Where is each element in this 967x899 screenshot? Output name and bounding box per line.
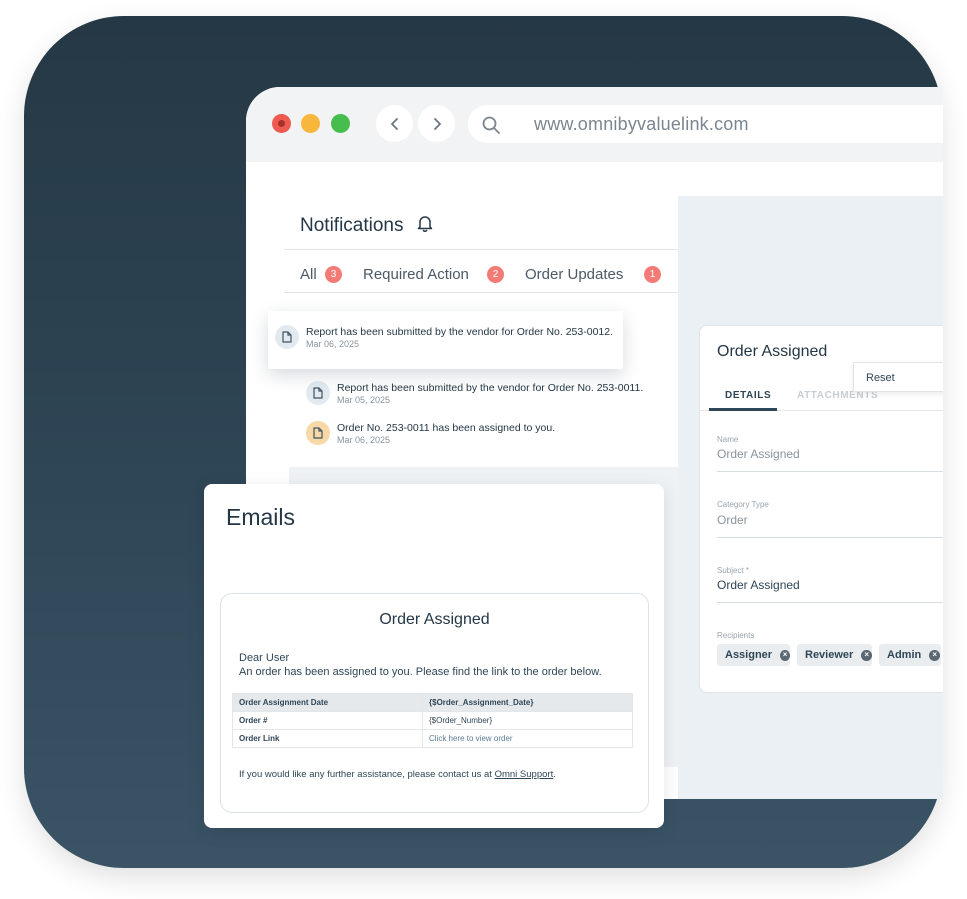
divider xyxy=(717,537,943,538)
count-badge: 1 xyxy=(644,266,661,283)
order-template-form: Order Assigned DETAILS ATTACHMENTS Reset… xyxy=(699,325,943,693)
notifications-title: Notifications xyxy=(300,215,404,236)
table-value: {$Order_Assignment_Date} xyxy=(422,693,633,712)
address-bar[interactable]: www.omnibyvaluelink.com xyxy=(468,105,943,143)
chevron-right-icon xyxy=(433,117,441,130)
notification-date: Mar 06, 2025 xyxy=(306,339,360,349)
search-icon xyxy=(482,116,500,134)
footer-text: If you would like any further assistance… xyxy=(239,769,492,780)
table-key: Order Link xyxy=(232,729,423,748)
divider xyxy=(717,471,943,472)
active-tab-indicator xyxy=(709,408,777,411)
recipient-chip[interactable]: Assigner × xyxy=(717,644,790,666)
count-badge: 2 xyxy=(487,266,504,283)
view-order-link[interactable]: Click here to view order xyxy=(422,729,633,748)
emails-title: Emails xyxy=(226,504,296,530)
remove-icon[interactable]: × xyxy=(780,649,790,661)
recipient-name: Admin xyxy=(887,649,922,661)
table-row: Order # {$Order_Number} xyxy=(232,711,633,730)
footer-period: . xyxy=(553,769,556,780)
email-footer: If you would like any further assistance… xyxy=(239,769,556,780)
table-key: Order Assignment Date xyxy=(232,693,423,712)
notification-message: Order No. 253-0011 has been assigned to … xyxy=(337,422,556,434)
category-type-label: Category Type xyxy=(717,500,769,509)
tab-all[interactable]: All xyxy=(300,266,317,283)
subject-label: Subject * xyxy=(717,566,750,575)
tab-order-updates[interactable]: Order Updates xyxy=(525,266,623,283)
recipient-name: Assigner xyxy=(725,649,773,661)
browser-toolbar: www.omnibyvaluelink.com xyxy=(246,87,943,162)
category-type-field[interactable]: Order xyxy=(717,513,748,527)
remove-icon[interactable]: × xyxy=(861,649,872,661)
table-row: Order Link Click here to view order xyxy=(232,729,633,748)
notification-date: Mar 05, 2025 xyxy=(337,395,391,405)
name-field[interactable]: Order Assigned xyxy=(717,447,800,461)
recipient-chip[interactable]: Reviewer × xyxy=(797,644,872,666)
email-body-text: An order has been assigned to you. Pleas… xyxy=(239,666,602,678)
document-icon xyxy=(306,381,330,405)
divider xyxy=(717,602,943,603)
emails-panel: Emails Order Assigned Dear User An order… xyxy=(204,484,664,828)
minimize-window-button[interactable] xyxy=(301,114,320,133)
table-key: Order # xyxy=(232,711,423,730)
email-heading: Order Assigned xyxy=(379,611,490,628)
remove-icon[interactable]: × xyxy=(929,649,941,661)
divider xyxy=(284,292,678,293)
name-field-label: Name xyxy=(717,435,739,444)
email-greeting: Dear User xyxy=(239,652,290,664)
notification-item-highlighted[interactable]: Report has been submitted by the vendor … xyxy=(268,311,623,369)
table-value: {$Order_Number} xyxy=(422,711,633,730)
forward-button[interactable] xyxy=(418,105,455,142)
table-row: Order Assignment Date {$Order_Assignment… xyxy=(232,693,633,712)
divider xyxy=(284,249,678,250)
recipients-label: Recipients xyxy=(717,631,755,640)
notification-message: Report has been submitted by the vendor … xyxy=(306,326,614,338)
url-text: www.omnibyvaluelink.com xyxy=(534,114,749,134)
recipient-chip[interactable]: Admin × xyxy=(879,644,941,666)
reset-menu: Reset xyxy=(853,362,943,392)
subject-field[interactable]: Order Assigned xyxy=(717,578,800,592)
close-window-button[interactable] xyxy=(272,114,291,133)
omni-support-link[interactable]: Omni Support xyxy=(495,769,554,780)
recipient-name: Reviewer xyxy=(805,649,854,661)
maximize-window-button[interactable] xyxy=(331,114,350,133)
tab-details[interactable]: DETAILS xyxy=(725,390,771,401)
chevron-left-icon xyxy=(390,117,398,130)
reset-button[interactable]: Reset xyxy=(866,372,895,384)
tab-required-action[interactable]: Required Action xyxy=(363,266,469,283)
email-template-preview: Order Assigned Dear User An order has be… xyxy=(220,593,649,813)
bell-icon[interactable] xyxy=(417,214,433,232)
notification-message: Report has been submitted by the vendor … xyxy=(337,382,644,394)
document-icon xyxy=(306,421,330,445)
notification-date: Mar 06, 2025 xyxy=(337,435,391,445)
back-button[interactable] xyxy=(376,105,413,142)
count-badge: 3 xyxy=(325,266,342,283)
email-order-table: Order Assignment Date {$Order_Assignment… xyxy=(232,693,633,748)
form-title: Order Assigned xyxy=(717,343,828,360)
document-icon xyxy=(275,325,299,349)
